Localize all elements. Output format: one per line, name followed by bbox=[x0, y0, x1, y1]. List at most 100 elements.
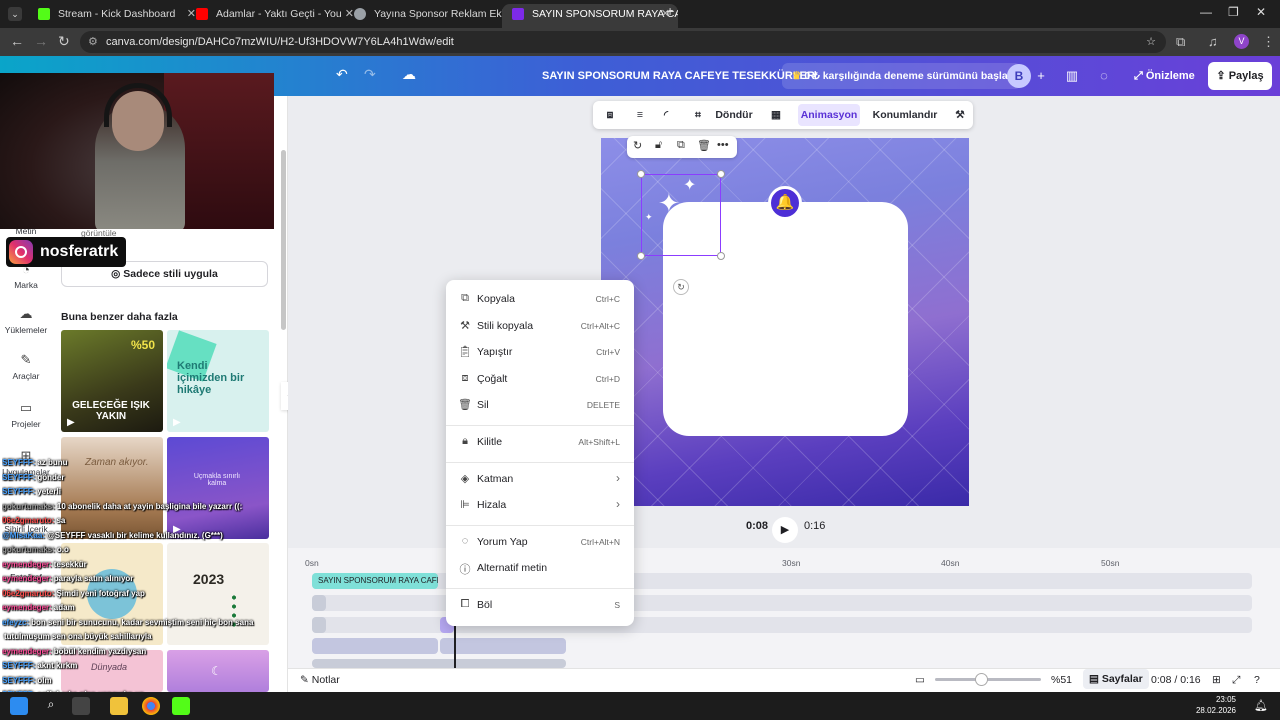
corner-rounding-icon[interactable]: ◜ bbox=[657, 101, 675, 129]
browser-tab[interactable]: Adamlar - Yaktı Geçti - You ✕ bbox=[186, 4, 362, 28]
bookmark-star-icon[interactable]: ☆ bbox=[1146, 31, 1156, 53]
chat-text: o.o bbox=[56, 545, 69, 554]
reload-icon[interactable]: ↻ bbox=[58, 33, 70, 50]
resize-handle[interactable] bbox=[717, 170, 725, 178]
undo-icon[interactable]: ↶ bbox=[336, 66, 348, 83]
menu-item-align[interactable]: ⊫ Hizala › bbox=[446, 494, 634, 516]
menu-item-trash[interactable]: 🗑︎ Sil DELETE bbox=[446, 394, 634, 416]
position-button[interactable]: Konumlandır bbox=[869, 101, 941, 129]
flip-icon[interactable]: ⧈ bbox=[601, 101, 619, 129]
duplicate-icon[interactable]: ⧉ bbox=[677, 139, 685, 152]
panel-scrollbar[interactable] bbox=[281, 150, 286, 330]
element-clip[interactable] bbox=[312, 659, 566, 668]
restore-icon[interactable]: ❐ bbox=[1228, 5, 1239, 19]
lock-icon[interactable]: 🔓︎ bbox=[655, 139, 662, 152]
zoom-slider-knob[interactable] bbox=[975, 673, 988, 686]
menu-item-split[interactable]: ⧠ Böl S bbox=[446, 594, 634, 616]
trash-icon[interactable]: 🗑︎ bbox=[697, 139, 711, 152]
media-controls-icon[interactable]: ♫ bbox=[1208, 34, 1218, 49]
rotate-button[interactable]: Döndür bbox=[711, 101, 757, 129]
close-window-icon[interactable]: ✕ bbox=[1256, 5, 1266, 19]
sidebar-item-tools[interactable]: ✎ Araçlar bbox=[0, 352, 52, 381]
minimize-icon[interactable]: — bbox=[1200, 5, 1212, 19]
search-icon[interactable]: ⌕ bbox=[42, 697, 60, 715]
more-icon[interactable]: ••• bbox=[717, 139, 729, 151]
menu-item-lock[interactable]: 🔒︎ Kilitle Alt+Shift+L bbox=[446, 431, 634, 453]
task-view-icon[interactable] bbox=[72, 697, 90, 715]
zoom-level[interactable]: %51 bbox=[1051, 674, 1072, 686]
site-info-icon[interactable]: ⚙ bbox=[88, 31, 98, 53]
crown-icon: ♛ bbox=[792, 70, 802, 82]
document-title[interactable]: SAYIN SPONSORUM RAYA CAFEYE TESEKKÜRLER bbox=[542, 70, 815, 82]
preview-button[interactable]: ⤢ Önizleme bbox=[1124, 63, 1205, 89]
back-icon[interactable]: ← bbox=[10, 33, 24, 49]
crop-icon[interactable]: ⌗ bbox=[689, 101, 707, 129]
template-thumbnail[interactable]: Kendi içimizden bir hikâye ▶ bbox=[167, 330, 269, 432]
windows-start-icon[interactable] bbox=[10, 697, 28, 715]
url-input[interactable]: ⚙ canva.com/design/DAHCo7mzWIU/H2-Uf3HDO… bbox=[80, 31, 1166, 53]
new-tab-icon[interactable]: + bbox=[666, 3, 674, 19]
cloud-saved-icon[interactable]: ☁ bbox=[402, 66, 416, 83]
menu-item-comment[interactable]: ◌ Yorum Yap Ctrl+Alt+N bbox=[446, 531, 634, 553]
menu-item-alt-text[interactable]: ⓘ Alternatif metin bbox=[446, 557, 634, 579]
copy-style-icon[interactable]: ⚒ bbox=[951, 101, 969, 129]
chat-username: 06e2gmaruto: bbox=[2, 588, 55, 598]
resize-handle[interactable] bbox=[637, 252, 645, 260]
play-button[interactable]: ▶ bbox=[772, 517, 798, 543]
youtube-favicon-icon bbox=[196, 8, 208, 20]
browser-tab-bar: ⌄ Stream - Kick Dashboard ✕ Adamlar - Ya… bbox=[0, 0, 1280, 28]
template-thumbnail[interactable]: %50 GELECEĞE IŞIK YAKIN ▶ bbox=[61, 330, 163, 432]
copy-icon: ⧉ bbox=[461, 292, 469, 304]
sidebar-item-projects[interactable]: ▭ Projeler bbox=[0, 400, 52, 429]
browser-tab-active[interactable]: SAYIN SPONSORUM RAYA CAFE ✕ bbox=[502, 4, 678, 28]
shortcut-label: Ctrl+Alt+N bbox=[580, 536, 620, 547]
selection-box[interactable] bbox=[641, 174, 721, 256]
chat-username: eymendeger: bbox=[2, 574, 52, 583]
animate-button[interactable]: Animasyon bbox=[798, 104, 860, 126]
user-avatar[interactable]: B bbox=[1007, 64, 1031, 88]
extensions-icon[interactable]: ⧉ bbox=[1176, 34, 1185, 50]
profile-avatar[interactable]: V bbox=[1234, 34, 1249, 49]
pages-button[interactable]: ▤ Sayfalar bbox=[1083, 669, 1149, 689]
redo-icon[interactable]: ↷ bbox=[364, 66, 376, 83]
bell-clip[interactable] bbox=[440, 638, 566, 654]
menu-item-layers[interactable]: ◈ Katman › bbox=[446, 468, 634, 490]
comment-icon[interactable]: ◌ bbox=[1093, 65, 1115, 87]
sidebar-item-uploads[interactable]: ☁ Yüklemeler bbox=[0, 306, 52, 335]
border-style-icon[interactable]: ≡ bbox=[631, 101, 649, 129]
add-collaborator-icon[interactable]: + bbox=[1030, 65, 1052, 87]
menu-item-paint-roller[interactable]: ⚒ Stili kopyala Ctrl+Alt+C bbox=[446, 315, 634, 337]
bell-icon[interactable]: 🔔 bbox=[768, 186, 802, 220]
fit-page-icon[interactable]: ▭ bbox=[915, 674, 925, 686]
browser-tab[interactable]: Yayına Sponsor Reklam Ekleme ✕ bbox=[344, 4, 520, 28]
zoom-slider[interactable] bbox=[935, 673, 1041, 686]
menu-item-paste[interactable]: 📋︎ Yapıştır Ctrl+V bbox=[446, 341, 634, 363]
browser-tab[interactable]: Stream - Kick Dashboard ✕ bbox=[28, 4, 204, 28]
bell-clip[interactable] bbox=[312, 638, 438, 654]
analytics-icon[interactable]: ▥ bbox=[1061, 65, 1083, 87]
element-clip[interactable] bbox=[312, 617, 326, 633]
resize-handle[interactable] bbox=[717, 252, 725, 260]
text-clip[interactable]: SAYIN SPONSORUM RAYA CAFEYE TESEKKÜRLER bbox=[312, 573, 438, 589]
transparency-icon[interactable]: ▦ bbox=[767, 101, 785, 129]
start-trial-button[interactable]: ♛ 0 ₺ karşılığında deneme sürümünü başla… bbox=[782, 63, 1022, 89]
resize-handle[interactable] bbox=[637, 170, 645, 178]
fullscreen-icon[interactable]: ⤢ bbox=[1232, 674, 1240, 687]
element-clip[interactable] bbox=[312, 595, 326, 611]
refresh-icon[interactable]: ↻ bbox=[633, 139, 642, 152]
kick-icon[interactable] bbox=[172, 697, 190, 715]
share-button[interactable]: ⇪ Paylaş bbox=[1208, 62, 1272, 90]
rotate-handle-icon[interactable]: ↻ bbox=[673, 279, 689, 295]
menu-item-duplicate[interactable]: ⧈ Çoğalt Ctrl+D bbox=[446, 368, 634, 390]
menu-icon[interactable]: ⋮ bbox=[1262, 34, 1275, 50]
notes-button[interactable]: ✎ Notlar bbox=[300, 674, 340, 686]
help-icon[interactable]: ? bbox=[1254, 674, 1260, 686]
forward-icon[interactable]: → bbox=[34, 33, 48, 49]
notification-icon[interactable]: 🔔︎ bbox=[1254, 699, 1268, 712]
tab-search-icon[interactable]: ⌄ bbox=[8, 7, 22, 21]
menu-item-copy[interactable]: ⧉ Kopyala Ctrl+C bbox=[446, 288, 634, 310]
grid-view-icon[interactable]: ⊞ bbox=[1212, 674, 1221, 686]
chrome-icon[interactable] bbox=[142, 697, 160, 715]
upload-icon: ☁ bbox=[19, 306, 33, 321]
file-explorer-icon[interactable] bbox=[110, 697, 128, 715]
